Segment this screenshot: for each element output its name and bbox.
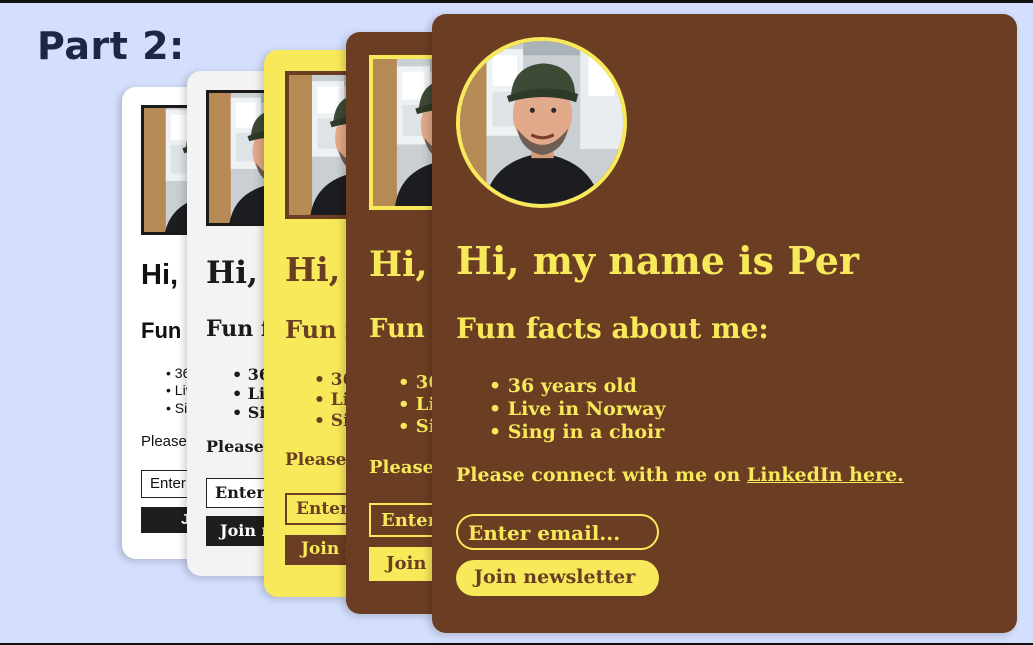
card-title: Hi, my name is Per: [456, 238, 859, 283]
connect-text: Please connect with me on LinkedIn here.: [456, 464, 904, 486]
fact-item: • Live in Norway: [489, 398, 666, 420]
fact-item: • Sing in a choir: [489, 421, 665, 443]
fact-item: • 36 years old: [489, 375, 637, 397]
linkedin-link[interactable]: LinkedIn here.: [747, 464, 904, 486]
email-field[interactable]: Enter email...: [456, 514, 659, 550]
profile-avatar: [456, 37, 627, 208]
window-top-edge: [0, 0, 1033, 3]
join-newsletter-button[interactable]: Join newsletter: [456, 560, 659, 596]
page-heading: Part 2:: [37, 24, 185, 68]
profile-card-final: Hi, my name is Per Fun facts about me: •…: [432, 14, 1017, 633]
card-subtitle: Fun facts about me:: [456, 312, 769, 345]
